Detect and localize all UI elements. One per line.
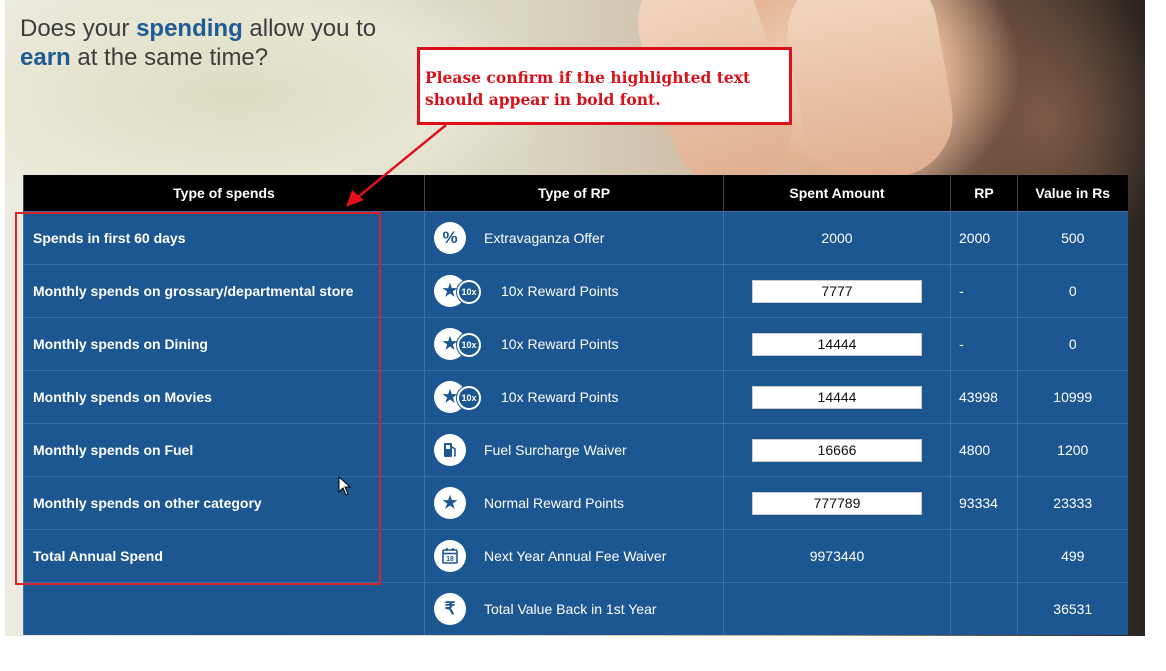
10x-text: 10x [459,388,479,408]
headline-text: allow you to [242,15,377,42]
rp-type-label: Next Year Annual Fee Waiver [484,548,667,564]
spent-amount-input[interactable] [752,385,922,409]
headline-text: Does your [20,15,137,42]
table-header-row: Type of spends Type of RP Spent Amount R… [23,175,1128,212]
rp-type-label: Total Value Back in 1st Year [484,601,657,617]
value-in-rs: 1200 [1017,423,1128,477]
value-in-rs: 0 [1017,264,1128,318]
rp-value: 2000 [950,211,1018,265]
10x-badge: 10x [456,279,482,305]
mouse-cursor-icon [338,476,352,496]
callout-line: should appear in bold font. [425,90,661,109]
percent-icon: % [434,222,466,254]
annotation-callout: Please confirm if the highlighted text s… [417,47,792,125]
rp-type-cell: ★ 10x 10x Reward Points [424,317,724,371]
rp-value [950,582,1018,635]
rp-value: - [950,317,1018,371]
calendar-day-text: 18 [446,556,454,563]
header-type-of-spends: Type of spends [23,175,425,212]
rp-type-cell: ★ Normal Reward Points [424,476,724,530]
spent-amount-input[interactable] [752,491,922,515]
value-in-rs: 36531 [1017,582,1128,635]
star-icon: ★ [434,487,466,519]
rp-value: 43998 [950,370,1018,424]
rp-type-cell: ★ 10x 10x Reward Points [424,264,724,318]
rp-type-label: Extravaganza Offer [484,230,605,246]
headline-text: at the same time? [70,44,269,71]
header-value: Value in Rs [1017,175,1128,212]
10x-badge: 10x [456,385,482,411]
spent-amount-value [723,582,951,635]
spent-amount-input[interactable] [752,438,922,462]
callout-line: Please confirm if the highlighted text [425,68,751,87]
spent-amount-cell [723,264,951,318]
rp-type-label: 10x Reward Points [501,283,619,299]
spent-amount-value: 2000 [723,211,951,265]
rp-value: - [950,264,1018,318]
rp-type-label: Fuel Surcharge Waiver [484,442,627,458]
spend-type-cell [23,582,425,635]
rp-type-cell: Fuel Surcharge Waiver [424,423,724,477]
header-spent-amount: Spent Amount [723,175,951,212]
table-row: ₹ Total Value Back in 1st Year 36531 [23,582,1128,635]
rp-type-cell: % Extravaganza Offer [424,211,724,265]
10x-text: 10x [459,282,479,302]
rp-value [950,529,1018,583]
value-in-rs: 499 [1017,529,1128,583]
hand-finger-image [777,0,963,192]
spent-amount-input[interactable] [752,332,922,356]
spent-amount-cell [723,476,951,530]
header-type-of-rp: Type of RP [424,175,724,212]
star-10x-icon: ★ 10x [434,381,482,413]
spent-amount-cell [723,317,951,371]
value-in-rs: 500 [1017,211,1128,265]
rp-type-label: Normal Reward Points [484,495,625,511]
rp-value: 4800 [950,423,1018,477]
spent-amount-value: 9973440 [723,529,951,583]
spent-amount-cell [723,423,951,477]
rp-type-label: 10x Reward Points [501,336,619,352]
highlight-annotation-box [15,212,381,585]
header-rp: RP [950,175,1018,212]
rp-type-cell: 18 Next Year Annual Fee Waiver [424,529,724,583]
rupee-icon: ₹ [434,593,466,625]
headline-highlight-spending: spending [136,15,243,42]
page-headline: Does your spending allow you to earn at … [20,14,420,72]
star-10x-icon: ★ 10x [434,275,482,307]
10x-badge: 10x [456,332,482,358]
10x-text: 10x [459,335,479,355]
value-in-rs: 10999 [1017,370,1128,424]
rp-type-cell: ★ 10x 10x Reward Points [424,370,724,424]
rp-type-cell: ₹ Total Value Back in 1st Year [424,582,724,635]
value-in-rs: 23333 [1017,476,1128,530]
rp-value: 93334 [950,476,1018,530]
calendar-icon: 18 [434,540,466,572]
headline-highlight-earn: earn [20,44,71,71]
spent-amount-cell [723,370,951,424]
rp-type-label: 10x Reward Points [501,389,619,405]
fuel-pump-icon [434,434,466,466]
star-10x-icon: ★ 10x [434,328,482,360]
spent-amount-input[interactable] [752,279,922,303]
value-in-rs: 0 [1017,317,1128,371]
